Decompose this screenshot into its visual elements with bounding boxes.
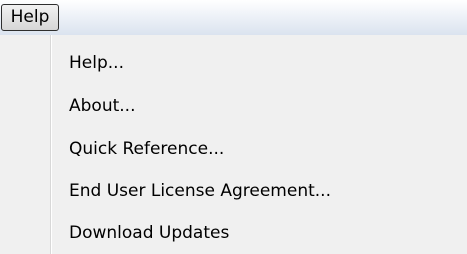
menu-item-help[interactable]: Help... [52,43,462,83]
menu-item-label: Quick Reference... [69,139,225,159]
menu-item-label: End User License Agreement... [69,181,331,201]
menu-item-eula[interactable]: End User License Agreement... [52,171,462,211]
menu-item-label: About... [69,96,136,116]
menu-item-download-updates[interactable]: Download Updates [52,213,462,253]
menu-bar: Help [0,0,467,35]
menu-item-label: Help... [69,53,124,73]
help-menu[interactable]: Help [1,4,59,31]
menu-item-quick-reference[interactable]: Quick Reference... [52,129,462,169]
menu-item-label: Download Updates [69,223,230,243]
help-dropdown-menu: Help... About... Quick Reference... End … [0,35,467,254]
menu-item-about[interactable]: About... [52,86,462,126]
help-menu-label: Help [10,7,50,27]
